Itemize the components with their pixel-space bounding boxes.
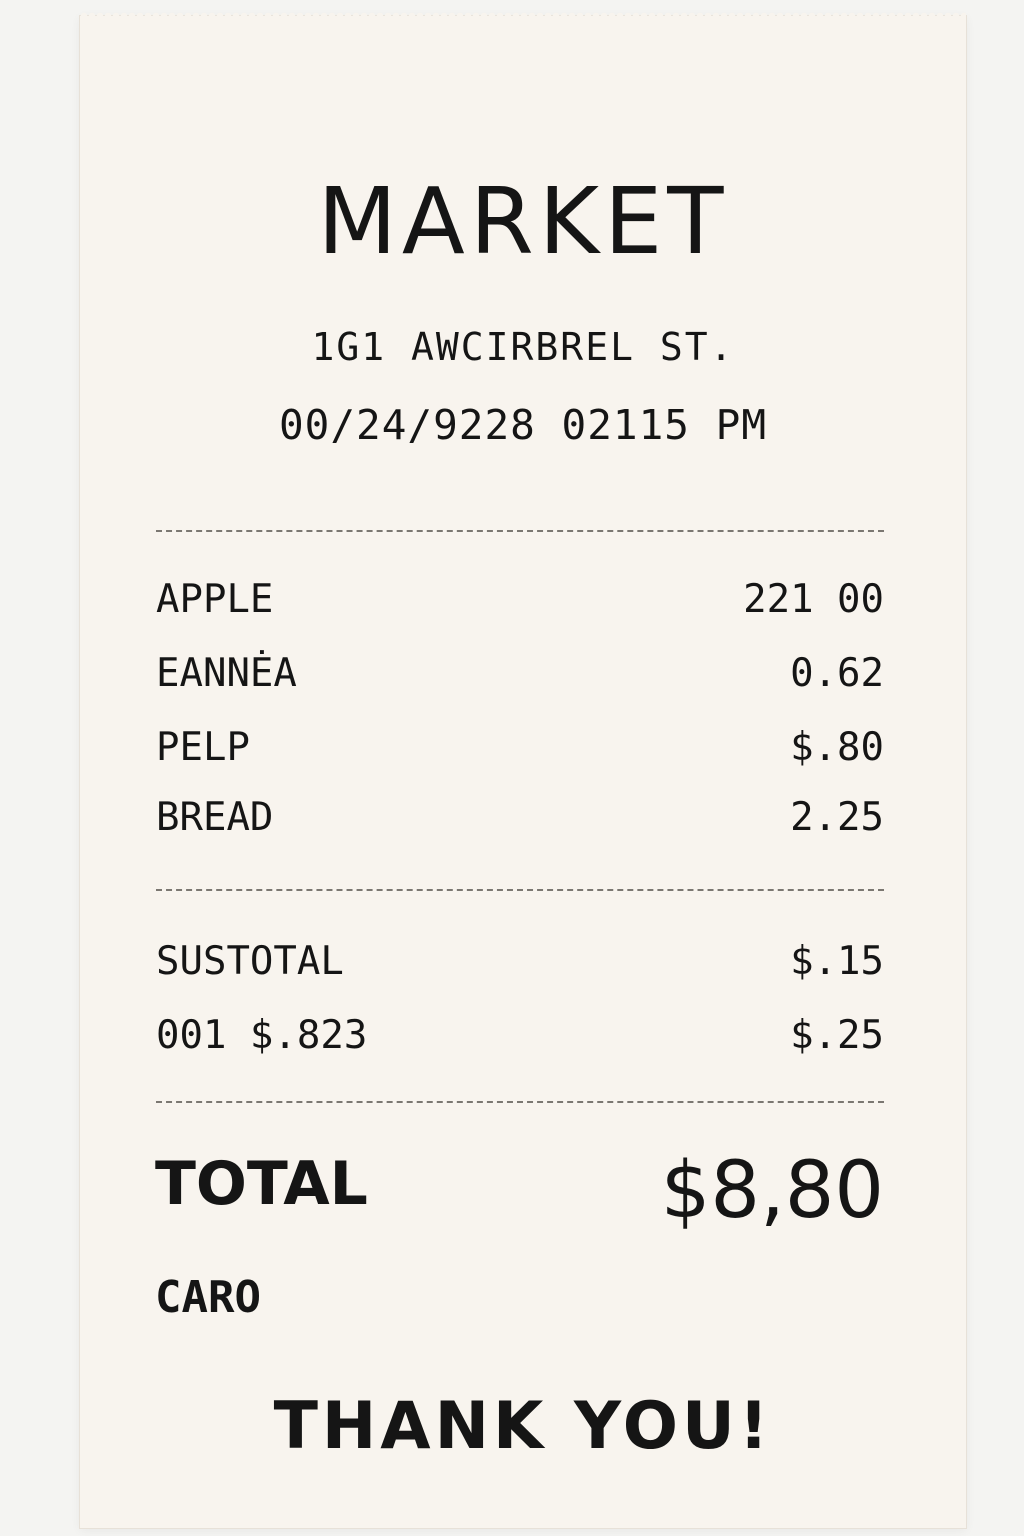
line-item-name: PELP: [156, 725, 250, 770]
line-item: APPLE 221 00: [156, 576, 884, 624]
summary-row: 001 $.823 $.25: [156, 1012, 884, 1060]
total-value: $8,80: [660, 1146, 884, 1236]
line-item-name: EANNĖA: [156, 651, 297, 696]
payment-method: CARO: [155, 1272, 261, 1323]
divider-middle: [156, 889, 884, 891]
line-item: EANNĖA 0.62: [156, 650, 884, 698]
summary-value: $.25: [790, 1013, 884, 1058]
receipt-content: MARKET 1G1 AWCIRBREL ST. 00/24/9228 0211…: [80, 16, 966, 1528]
summary-label: 001 $.823: [156, 1013, 368, 1058]
total-label: TOTAL: [155, 1149, 368, 1219]
divider-bottom: [156, 1101, 884, 1103]
line-item-name: APPLE: [156, 577, 274, 622]
summary-label: SUSTOTAL: [156, 939, 344, 984]
summary-value: $.15: [790, 939, 884, 984]
divider-top: [156, 530, 884, 532]
line-item: BREAD 2.25: [156, 794, 884, 842]
store-name: MARKET: [317, 168, 729, 275]
line-item-name: BREAD: [156, 795, 274, 840]
thank-you-message: THANK YOU!: [273, 1389, 773, 1464]
transaction-datetime: 00/24/9228 02115 PM: [279, 401, 767, 449]
line-item-price: 0.62: [790, 651, 884, 696]
line-item-price: 2.25: [790, 795, 884, 840]
summary-row: SUSTOTAL $.15: [156, 938, 884, 986]
line-item: PELP $.80: [156, 724, 884, 772]
store-address: 1G1 AWCIRBREL ST.: [311, 325, 735, 369]
line-item-price: 221 00: [743, 577, 884, 622]
receipt-paper: MARKET 1G1 AWCIRBREL ST. 00/24/9228 0211…: [80, 12, 966, 1528]
line-item-price: $.80: [790, 725, 884, 770]
